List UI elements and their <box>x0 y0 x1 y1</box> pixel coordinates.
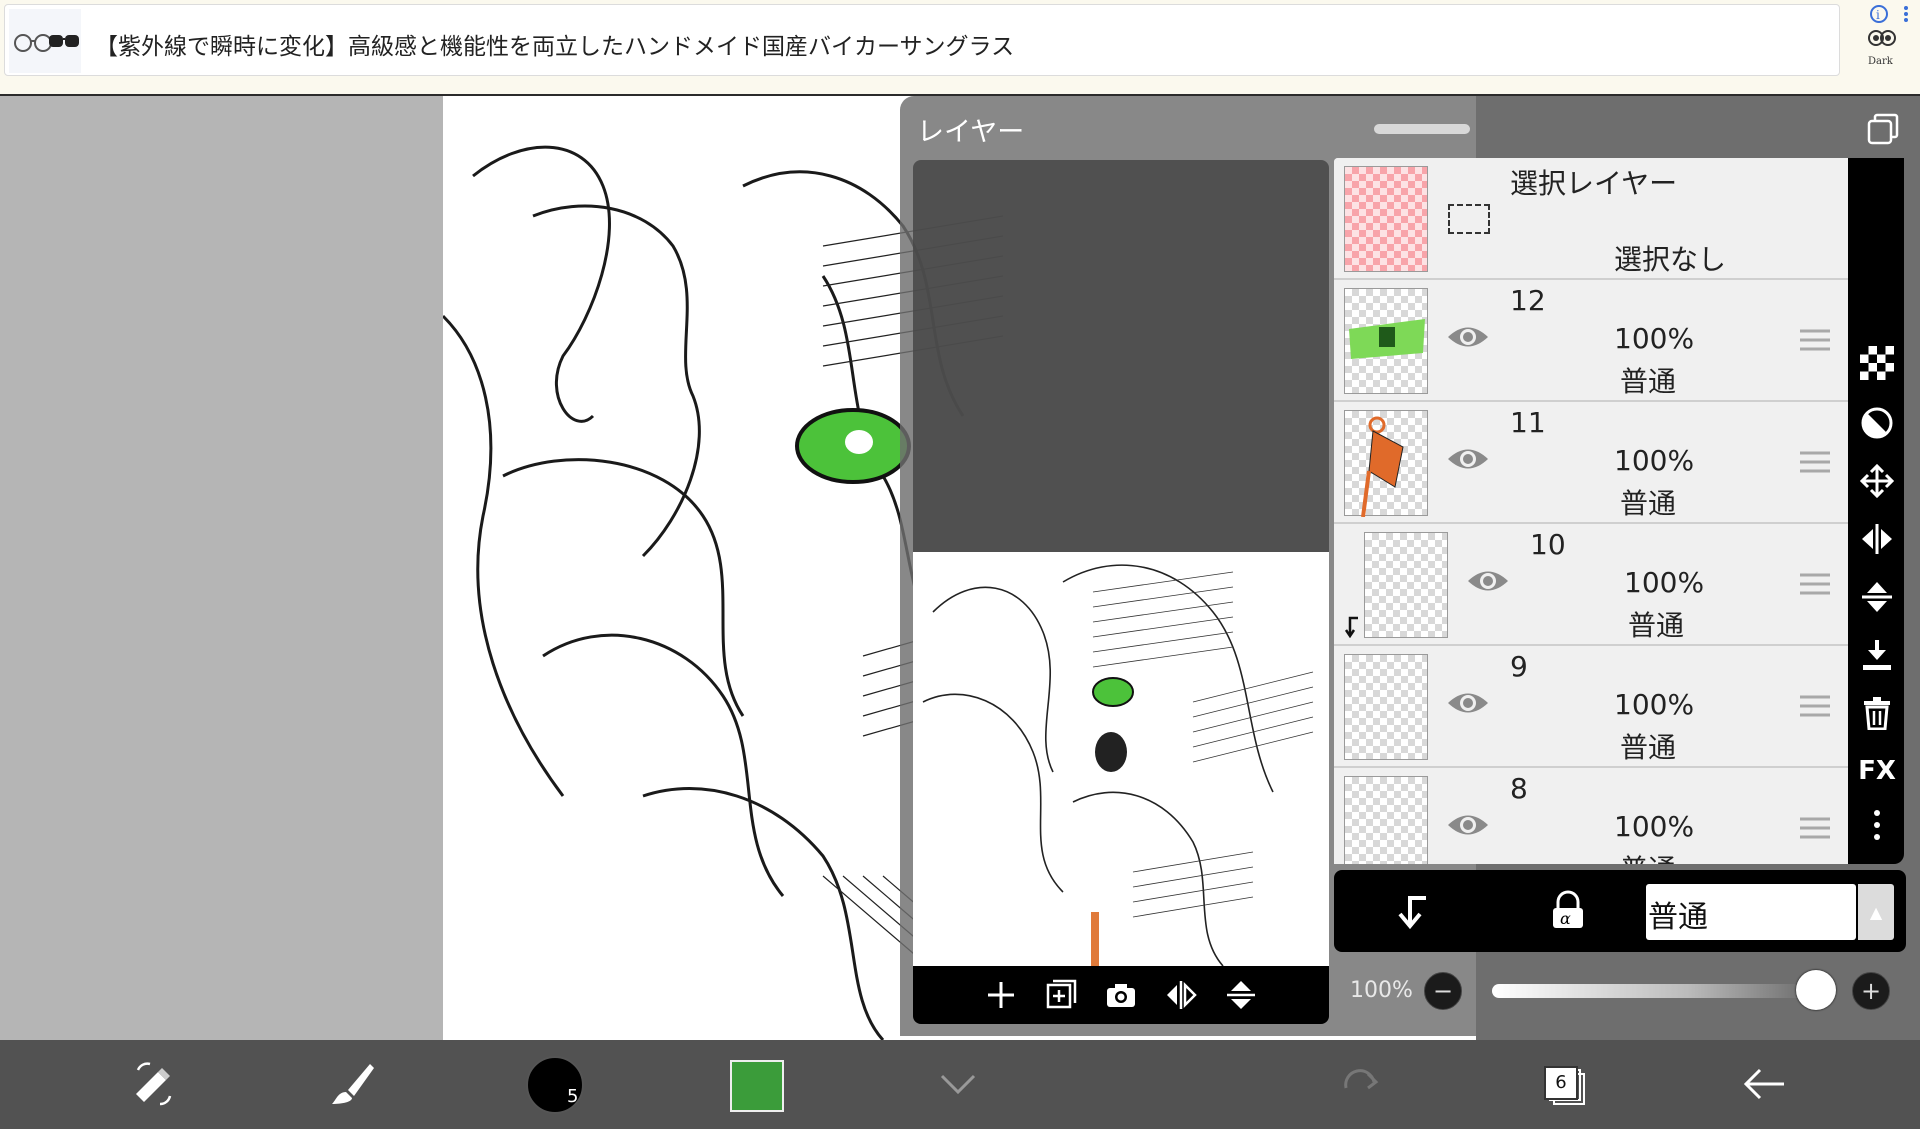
alpha-lock-icon[interactable]: α <box>1548 890 1588 930</box>
opacity-increase-button[interactable]: + <box>1852 972 1890 1010</box>
blend-mode-dropdown-icon[interactable]: ▲ <box>1858 884 1894 940</box>
copy-window-icon[interactable] <box>1866 112 1900 146</box>
layer-row[interactable]: 11 100% 普通 <box>1334 402 1848 524</box>
add-layer-icon[interactable] <box>985 979 1017 1011</box>
sunglasses-icon <box>9 9 81 73</box>
layer-opacity: 100% <box>1624 566 1705 599</box>
layer-list[interactable]: 選択レイヤー 選択なし 12 100% 普通 11 100% 普通 10 100… <box>1334 158 1848 864</box>
selection-layer-title: 選択レイヤー <box>1510 167 1678 200</box>
drag-handle-icon[interactable] <box>1800 814 1830 842</box>
ad-box[interactable]: 【紫外線で瞬時に変化】高級感と機能性を両立したハンドメイド国産バイカーサングラス <box>4 4 1840 76</box>
blend-mode-value: 普通 <box>1648 900 1708 935</box>
fx-icon[interactable]: FX <box>1858 754 1896 788</box>
camera-icon[interactable] <box>1105 979 1137 1011</box>
flip-horizontal-icon[interactable] <box>1860 522 1894 556</box>
ad-side-logo[interactable]: i Dark <box>1846 2 1918 72</box>
more-vertical-icon[interactable] <box>1860 808 1894 842</box>
opacity-label: 100% <box>1350 978 1413 1003</box>
layer-blend-mode: 普通 <box>1628 609 1685 642</box>
layer-thumbnail <box>1344 288 1428 394</box>
layer-thumbnail <box>1344 654 1428 760</box>
drag-handle-icon[interactable] <box>1800 570 1830 598</box>
pen-eraser-swap-icon[interactable] <box>128 1058 180 1110</box>
layer-opacity: 100% <box>1614 444 1695 477</box>
layer-opacity: 100% <box>1614 688 1695 721</box>
layer-name: 10 <box>1530 528 1566 561</box>
selection-rect-icon <box>1448 204 1490 234</box>
preview-upper <box>913 160 1329 552</box>
layer-thumbnail <box>1344 410 1428 518</box>
layer-name: 11 <box>1510 406 1546 439</box>
clipping-toggle-icon[interactable] <box>1394 892 1434 932</box>
layer-name: 12 <box>1510 284 1546 317</box>
flip-vertical-icon[interactable] <box>1225 979 1257 1011</box>
color-swatch[interactable] <box>730 1060 784 1112</box>
transparency-checker-icon[interactable] <box>1860 346 1894 380</box>
navigator-preview[interactable] <box>913 552 1329 966</box>
layer-name: 8 <box>1510 772 1528 805</box>
layer-blend-mode: 普通 <box>1620 848 1676 864</box>
chevron-down-icon[interactable] <box>932 1058 984 1110</box>
drag-handle-icon[interactable] <box>1800 448 1830 476</box>
flip-vertical-icon[interactable] <box>1860 580 1894 614</box>
svg-text:i: i <box>1876 8 1880 22</box>
svg-text:α: α <box>1560 909 1571 928</box>
opacity-slider-thumb[interactable] <box>1796 970 1836 1010</box>
layer-blend-mode: 普通 <box>1620 365 1677 398</box>
ad-text[interactable]: 【紫外線で瞬時に変化】高級感と機能性を両立したハンドメイド国産バイカーサングラス <box>95 27 1014 61</box>
panel-drag-handle[interactable] <box>1374 124 1470 134</box>
visibility-eye-icon[interactable] <box>1446 442 1490 476</box>
layer-tools-toolbar: FX <box>1848 158 1904 864</box>
preview-toolbar <box>913 966 1329 1024</box>
blend-mode-select[interactable]: 普通 <box>1646 884 1856 940</box>
clipping-arrow-icon <box>1344 616 1362 639</box>
visibility-eye-icon[interactable] <box>1446 686 1490 720</box>
brush-size-value: 5 <box>567 1086 579 1107</box>
layer-count-badge: 6 <box>1544 1066 1578 1100</box>
layer-blend-mode: 普通 <box>1620 731 1677 764</box>
drag-handle-icon[interactable] <box>1800 692 1830 720</box>
visibility-eye-icon[interactable] <box>1446 320 1490 354</box>
flip-horizontal-icon[interactable] <box>1165 979 1197 1011</box>
move-icon[interactable] <box>1860 464 1894 498</box>
redo-icon[interactable] <box>1336 1058 1388 1110</box>
selection-layer-thumbnail <box>1344 166 1428 272</box>
opacity-slider[interactable] <box>1492 984 1820 998</box>
layer-opacity: 100% <box>1614 810 1695 843</box>
layer-thumbnail <box>1364 532 1448 638</box>
layer-row[interactable]: 10 100% 普通 <box>1334 524 1848 646</box>
back-arrow-icon[interactable] <box>1738 1058 1790 1110</box>
ad-side-label: Dark <box>1868 56 1893 67</box>
app-root: 【紫外線で瞬時に変化】高級感と機能性を両立したハンドメイド国産バイカーサングラス… <box>0 0 1920 1129</box>
layer-panel-title: レイヤー <box>917 117 1025 148</box>
layer-row[interactable]: 9 100% 普通 <box>1334 646 1848 768</box>
layer-row[interactable]: 8 100% 普通 <box>1334 768 1848 864</box>
opacity-decrease-button[interactable]: − <box>1424 972 1462 1010</box>
layer-opacity: 100% <box>1614 322 1695 355</box>
brush-icon[interactable] <box>326 1058 378 1110</box>
visibility-eye-icon[interactable] <box>1446 808 1490 842</box>
mask-circle-icon[interactable] <box>1860 406 1894 440</box>
selection-layer-row[interactable]: 選択レイヤー 選択なし <box>1334 158 1848 280</box>
drag-handle-icon[interactable] <box>1800 326 1830 354</box>
layer-row[interactable]: 12 100% 普通 <box>1334 280 1848 402</box>
merge-down-icon[interactable] <box>1860 638 1894 672</box>
trash-icon[interactable] <box>1860 696 1894 730</box>
add-layer-copy-icon[interactable] <box>1045 979 1077 1011</box>
layer-thumbnail <box>1344 776 1428 864</box>
visibility-eye-icon[interactable] <box>1466 564 1510 598</box>
layer-blend-mode: 普通 <box>1620 487 1677 520</box>
selection-layer-status: 選択なし <box>1614 243 1727 276</box>
layer-name: 9 <box>1510 650 1528 683</box>
ad-banner[interactable]: 【紫外線で瞬時に変化】高級感と機能性を両立したハンドメイド国産バイカーサングラス… <box>0 0 1920 96</box>
